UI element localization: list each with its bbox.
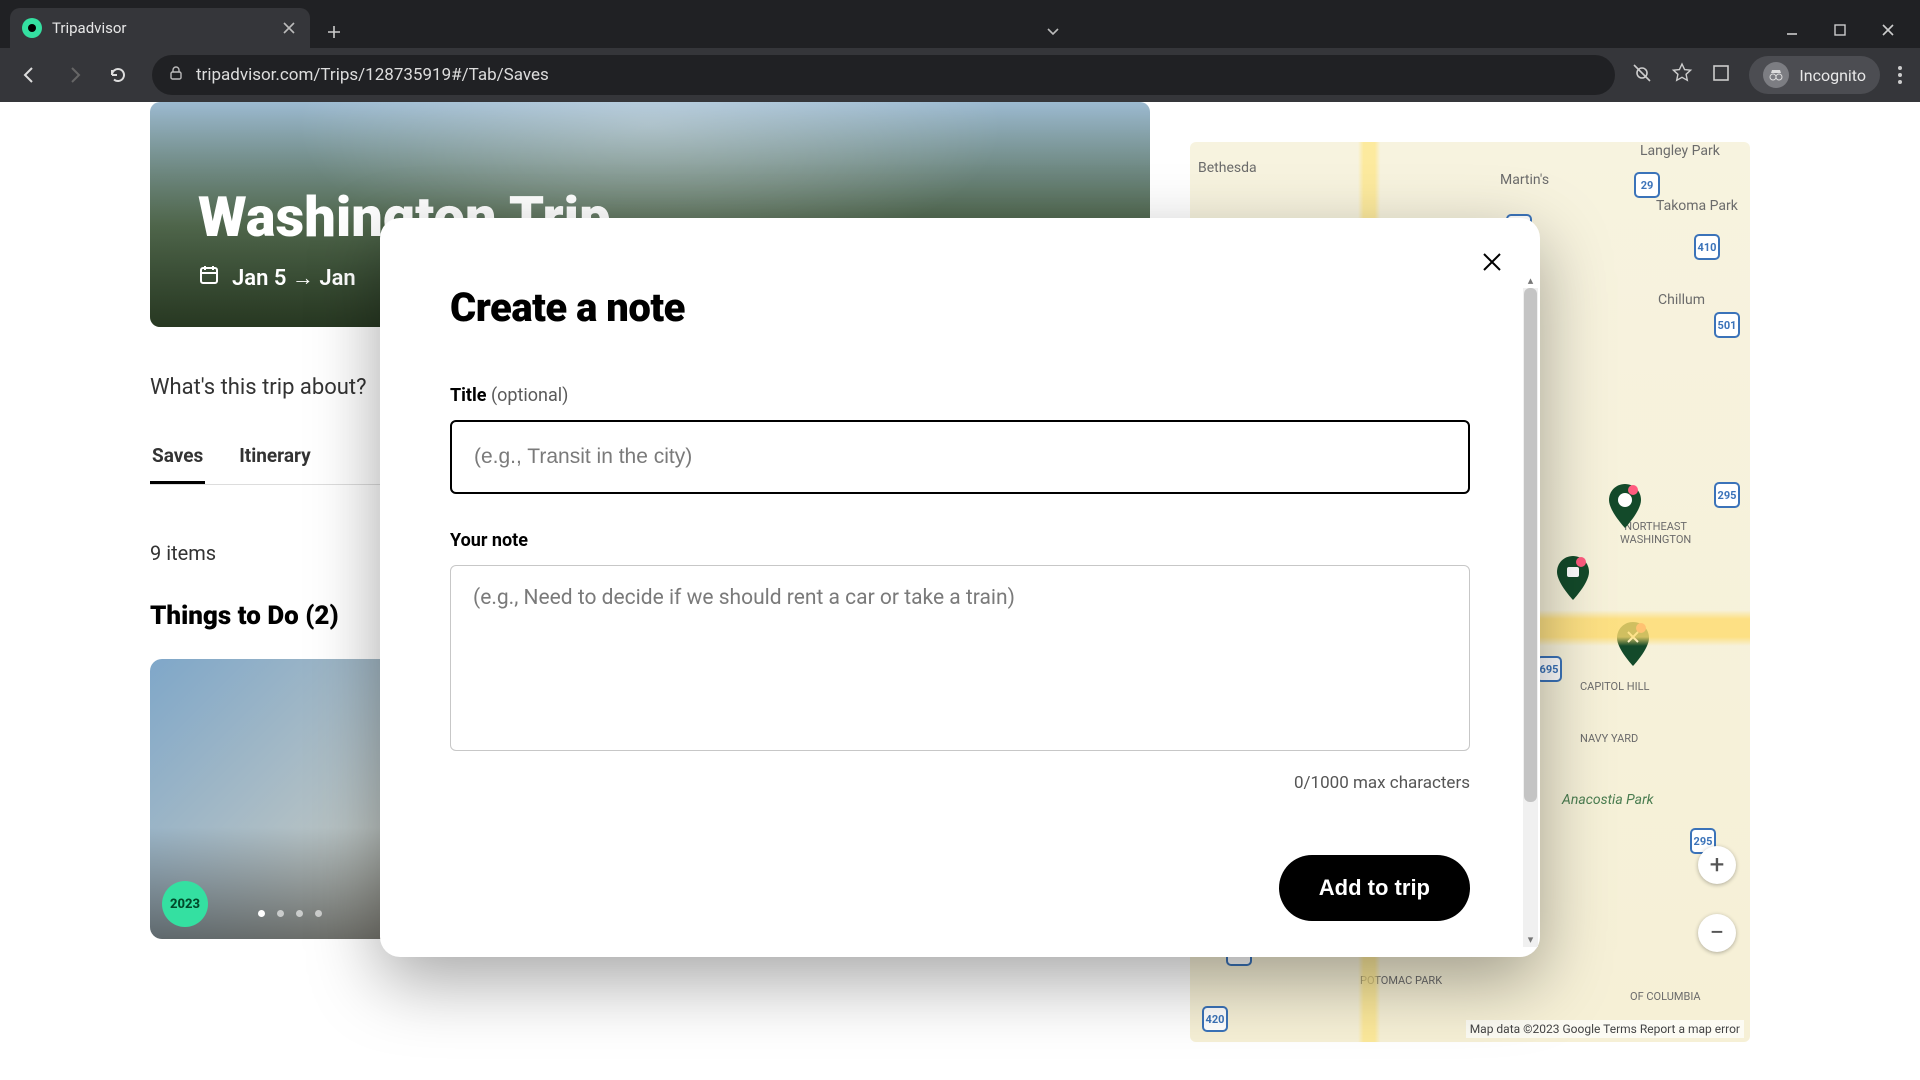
tab-saves[interactable]: Saves [150, 430, 205, 484]
route-shield: 295 [1690, 828, 1716, 854]
map-label: CAPITOL HILL [1580, 680, 1649, 693]
add-to-trip-button[interactable]: Add to trip [1279, 855, 1470, 921]
tracking-off-icon[interactable] [1631, 62, 1653, 88]
incognito-label: Incognito [1799, 66, 1866, 85]
bookmark-star-icon[interactable] [1671, 62, 1693, 88]
trip-dates-text: Jan 5 → Jan [232, 265, 356, 291]
map-label: Chillum [1658, 292, 1705, 308]
close-tab-icon[interactable] [280, 19, 298, 37]
browser-menu-icon[interactable] [1898, 66, 1902, 84]
tab-title: Tripadvisor [52, 19, 270, 37]
route-shield: 410 [1694, 234, 1720, 260]
url-text: tripadvisor.com/Trips/128735919#/Tab/Sav… [196, 65, 549, 85]
map-label: Anacostia Park [1562, 792, 1654, 808]
title-field-label: Title (optional) [450, 385, 1470, 406]
address-bar: tripadvisor.com/Trips/128735919#/Tab/Sav… [0, 48, 1920, 102]
incognito-icon [1763, 62, 1789, 88]
zoom-out-button[interactable]: − [1698, 914, 1736, 952]
route-shield: 295 [1714, 482, 1740, 508]
map-pin-icon[interactable] [1556, 556, 1590, 600]
tab-itinerary[interactable]: Itinerary [237, 430, 312, 484]
tripadvisor-favicon-icon [22, 18, 42, 38]
map-label: NAVY YARD [1580, 732, 1638, 745]
note-field-label: Your note [450, 530, 1470, 551]
reload-button[interactable] [100, 57, 136, 93]
route-shield: 420 [1202, 1006, 1228, 1032]
zoom-in-button[interactable]: + [1698, 846, 1736, 884]
scroll-down-icon[interactable]: ▾ [1523, 931, 1538, 947]
map-label: Martin's [1500, 172, 1549, 188]
tabs-overflow-icon[interactable] [1044, 22, 1062, 40]
map-label: POTOMAC PARK [1360, 974, 1442, 987]
close-modal-button[interactable] [1474, 244, 1510, 280]
lock-icon [168, 65, 184, 85]
calendar-icon [198, 264, 220, 292]
minimize-icon[interactable] [1782, 20, 1802, 40]
extensions-icon[interactable] [1711, 63, 1731, 87]
map-pin-icon[interactable] [1616, 622, 1650, 666]
map-zoom-controls: + − [1698, 846, 1736, 952]
scrollbar-thumb[interactable] [1524, 288, 1537, 802]
back-button[interactable] [12, 57, 48, 93]
maximize-icon[interactable] [1830, 20, 1850, 40]
note-title-input[interactable] [450, 420, 1470, 494]
route-shield: 501 [1714, 312, 1740, 338]
create-note-modal: Create a note Title (optional) Your note… [380, 218, 1540, 957]
map-label: Takoma Park [1656, 198, 1738, 214]
map-attribution: Map data ©2023 Google Terms Report a map… [1466, 1020, 1744, 1038]
character-counter: 0/1000 max characters [450, 773, 1470, 793]
new-tab-button[interactable] [318, 16, 350, 48]
map-label: Bethesda [1198, 160, 1257, 176]
map-label: Langley Park [1640, 143, 1720, 159]
forward-button[interactable] [56, 57, 92, 93]
url-field[interactable]: tripadvisor.com/Trips/128735919#/Tab/Sav… [152, 55, 1615, 95]
route-shield: 29 [1634, 172, 1660, 198]
note-body-input[interactable] [450, 565, 1470, 751]
modal-scrollbar[interactable]: ▴ ▾ [1523, 288, 1538, 947]
trip-dates[interactable]: Jan 5 → Jan [198, 264, 356, 292]
scroll-up-icon[interactable]: ▴ [1523, 272, 1538, 288]
map-pin-icon[interactable] [1608, 484, 1642, 528]
map-label: NORTHEAST WASHINGTON [1620, 520, 1691, 546]
travelers-choice-badge: 2023 [162, 881, 208, 927]
map-label: OF COLUMBIA [1630, 990, 1701, 1003]
browser-tab[interactable]: Tripadvisor [10, 8, 310, 48]
window-close-icon[interactable] [1878, 20, 1898, 40]
window-controls [1782, 20, 1910, 48]
incognito-indicator[interactable]: Incognito [1749, 56, 1880, 94]
carousel-dots[interactable] [258, 910, 322, 917]
browser-titlebar: Tripadvisor [0, 0, 1920, 48]
modal-title: Create a note [450, 284, 1470, 331]
